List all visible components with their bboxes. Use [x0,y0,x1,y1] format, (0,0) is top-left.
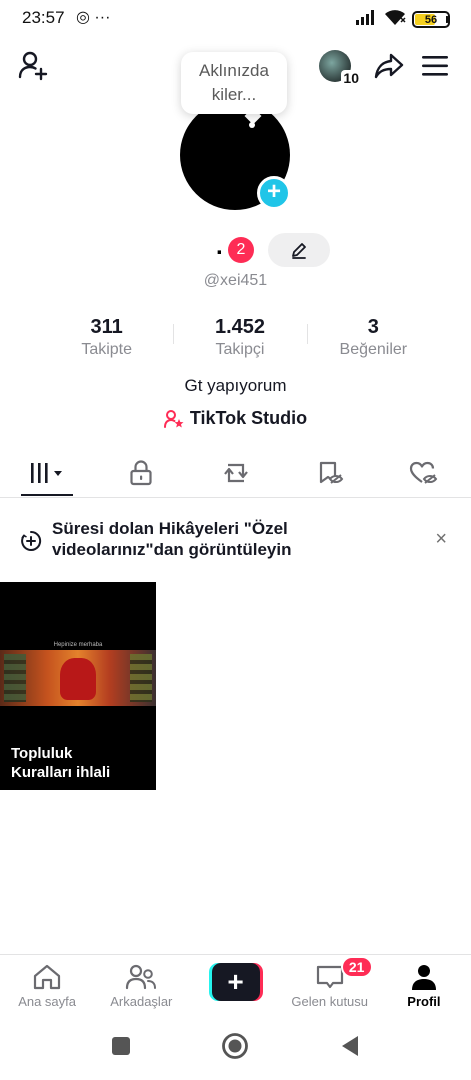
create-plus-icon: + [211,963,260,1001]
battery-icon: 56 [412,11,450,28]
nav-friends[interactable]: Arkadaşlar [94,955,188,1016]
add-user-icon [18,51,48,81]
video-caption: Topluluk Kuralları ihlali [11,744,110,782]
signal-icon [356,9,378,30]
add-photo-button[interactable]: + [257,176,291,210]
friends-icon [126,964,157,990]
display-name: . [216,233,223,260]
status-bar: 23:57 ◎ ··· 56 [0,0,471,36]
wifi-icon [384,8,406,31]
battery-level: 56 [424,13,438,26]
profile-stats: 311 Takipte 1.452 Takipçi 3 Beğeniler [40,316,440,362]
edit-profile-button[interactable] [268,233,330,267]
circle-icon [221,1032,248,1059]
note-dot [249,122,255,128]
heart-hidden-icon [409,461,438,484]
square-icon [111,1036,130,1055]
back-triangle-icon [341,1035,358,1056]
share-button[interactable] [373,50,405,82]
hamburger-menu-icon [422,56,448,76]
nav-inbox[interactable]: 21 Gelen kutusu [283,955,377,1016]
followers-stat[interactable]: 1.452 Takipçi [173,316,306,362]
name-row: . 2 [0,233,471,267]
following-stat[interactable]: 311 Takipte [40,316,173,362]
notice-text: Süresi dolan Hikâyeleri "Özel videoların… [52,519,292,559]
inbox-badge: 21 [340,956,373,978]
notification-badge: 2 [228,237,254,263]
nav-inbox-label: Gelen kutusu [291,994,369,1009]
share-icon [374,53,404,79]
following-label: Takipte [81,341,133,358]
thumb-detail [130,654,152,702]
thumb-detail [4,654,26,702]
home-icon [33,964,61,990]
likes-label: Beğeniler [339,341,408,358]
nav-home-label: Ana sayfa [18,994,77,1009]
likes-stat[interactable]: 3 Beğeniler [306,316,440,362]
status-note-bubble[interactable]: Aklınızda kiler... [181,52,287,114]
notification-icons: ◎ ··· [76,9,111,26]
tab-private[interactable] [94,448,188,497]
likes-count: 3 [367,316,379,338]
add-friend-button[interactable] [18,50,50,82]
profile-bio: Gt yapıyorum [184,376,287,395]
status-right: 56 [356,8,450,31]
tab-reposts[interactable] [188,448,282,497]
create-button[interactable]: + [208,963,263,1001]
header-actions: 10 [319,50,451,86]
recent-apps-button[interactable] [111,1036,131,1061]
followers-label: Takipçi [215,341,265,358]
plus-icon: + [266,178,281,205]
repost-icon [223,463,248,482]
video-tile[interactable]: Hepinize merhaba Topluluk Kuralları ihla… [0,582,156,790]
home-system-button[interactable] [221,1032,249,1065]
pencil-icon [292,243,306,259]
content-tabs [0,448,471,498]
expired-stories-notice[interactable]: Süresi dolan Hikâyeleri "Özel videoların… [0,518,471,566]
account-avatar-button[interactable]: 10 [319,50,361,86]
studio-label: TikTok Studio [189,408,308,428]
caption-line: Kuralları ihlali [11,764,111,781]
tiktok-studio-link[interactable]: TikTok Studio [0,408,471,429]
nav-profile-label: Profil [407,994,441,1009]
nav-friends-label: Arkadaşlar [110,994,173,1009]
lock-icon [130,459,152,485]
menu-button[interactable] [419,50,451,82]
nav-create[interactable]: + [188,955,282,1016]
studio-user-icon [163,409,184,428]
videos-grid-icon [31,462,63,483]
followers-count: 1.452 [214,316,266,338]
bottom-navigation: Ana sayfa Arkadaşlar + 21 Gelen kutusu P… [0,954,471,1016]
nav-home[interactable]: Ana sayfa [0,955,94,1016]
username: @xei451 [203,272,268,289]
thumb-figure [60,658,96,700]
nav-profile[interactable]: Profil [377,955,471,1016]
status-time: 23:57 [22,8,65,27]
tab-saved[interactable] [283,448,377,497]
tab-liked[interactable] [377,448,471,497]
tab-videos[interactable] [0,448,94,497]
following-count: 311 [90,316,123,338]
back-button[interactable] [339,1035,361,1062]
bookmark-hidden-icon [319,461,343,484]
profile-icon [411,965,436,990]
close-notice-button[interactable]: × [435,528,447,551]
system-navigation [0,1016,471,1080]
caption-line: Topluluk [11,745,73,762]
account-count: 10 [341,70,361,86]
story-add-icon [20,530,42,557]
